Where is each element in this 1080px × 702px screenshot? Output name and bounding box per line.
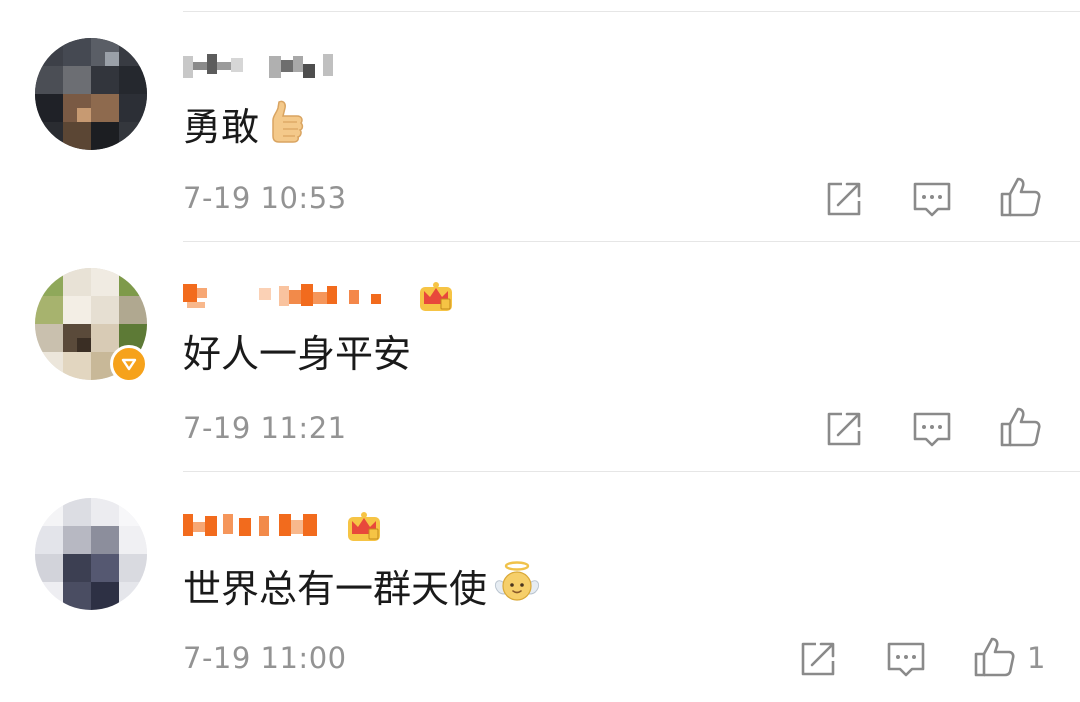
comment-icon [913, 412, 951, 447]
comment-content: 好人一身平安 [183, 330, 411, 378]
comment-timestamp: 7-19 11:21 [183, 411, 347, 445]
comment-content: 世界总有一群天使 [183, 560, 541, 617]
share-icon [801, 642, 835, 676]
divider [183, 241, 1080, 242]
like-count: 1 [1027, 641, 1046, 675]
share-button[interactable] [796, 637, 840, 681]
blurred-username [183, 514, 317, 536]
share-icon [827, 412, 861, 446]
thumbs-up-icon [974, 637, 1015, 677]
share-button[interactable] [822, 407, 866, 451]
like-button[interactable] [998, 405, 1042, 449]
avatar[interactable] [35, 498, 147, 610]
vip-crown-icon [420, 282, 452, 311]
like-button[interactable] [972, 635, 1016, 679]
reply-button[interactable] [910, 407, 954, 451]
thumbs-up-icon [1000, 407, 1041, 447]
blurred-username [183, 284, 381, 308]
divider [183, 471, 1080, 472]
avatar-image [35, 498, 147, 610]
comment-text: 好人一身平安 [183, 332, 412, 376]
comment-icon [887, 642, 925, 677]
verified-badge-icon [110, 345, 148, 383]
vip-crown-icon [348, 512, 380, 541]
comment-item: 世界总有一群天使 7-19 11:00 1 [0, 0, 1080, 677]
username[interactable] [183, 280, 455, 311]
comment-text: 世界总有一群天使 [183, 566, 488, 611]
comment-timestamp: 7-19 11:00 [183, 641, 347, 675]
username[interactable] [183, 510, 383, 541]
angel-emoji [493, 560, 541, 617]
reply-button[interactable] [884, 637, 928, 681]
